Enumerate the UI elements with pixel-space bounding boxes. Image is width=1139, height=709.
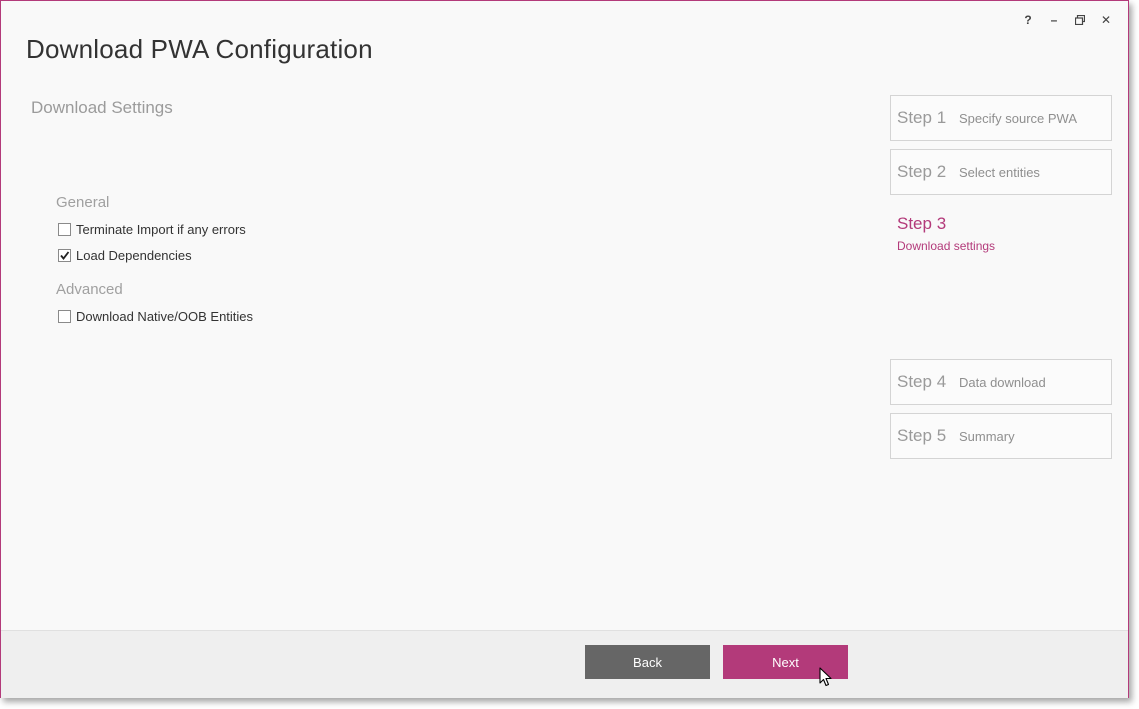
- terminate-import-option[interactable]: Terminate Import if any errors: [58, 222, 246, 237]
- close-button[interactable]: ✕: [1098, 11, 1114, 29]
- step-4-number: Step 4: [897, 372, 947, 391]
- step-1: Step 1 Specify source PWA: [890, 95, 1112, 141]
- step-4-description: Data download: [959, 374, 1046, 390]
- help-button[interactable]: ?: [1020, 11, 1036, 29]
- step-2-description: Select entities: [959, 164, 1040, 180]
- load-dependencies-checkbox[interactable]: [58, 249, 71, 262]
- step-2: Step 2 Select entities: [890, 149, 1112, 195]
- step-1-number: Step 1: [897, 108, 947, 127]
- step-3-current: Step 3 Download settings: [897, 214, 995, 253]
- terminate-import-label: Terminate Import if any errors: [76, 222, 246, 237]
- step-4: Step 4 Data download: [890, 359, 1112, 405]
- step-5: Step 5 Summary: [890, 413, 1112, 459]
- step-2-number: Step 2: [897, 162, 947, 181]
- load-dependencies-option[interactable]: Load Dependencies: [58, 248, 192, 263]
- checkmark-icon: [60, 251, 70, 260]
- step-5-number: Step 5: [897, 426, 947, 445]
- back-button[interactable]: Back: [585, 645, 710, 679]
- terminate-import-checkbox[interactable]: [58, 223, 71, 236]
- advanced-group-label: Advanced: [56, 281, 123, 298]
- step-5-description: Summary: [959, 428, 1015, 444]
- dialog-window: ? – ✕ Download PWA Configuration Downloa…: [0, 0, 1129, 698]
- download-native-option[interactable]: Download Native/OOB Entities: [58, 309, 253, 324]
- maximize-button[interactable]: [1072, 11, 1088, 29]
- page-title: Download PWA Configuration: [26, 34, 373, 64]
- restore-icon: [1075, 15, 1085, 25]
- section-subtitle: Download Settings: [31, 98, 173, 117]
- load-dependencies-label: Load Dependencies: [76, 248, 192, 263]
- mouse-cursor-icon: [819, 667, 833, 692]
- step-3-number: Step 3: [897, 214, 947, 233]
- step-3-description: Download settings: [897, 239, 996, 253]
- footer-bar: Back Next: [1, 630, 1128, 698]
- minimize-button[interactable]: –: [1046, 11, 1062, 29]
- download-native-label: Download Native/OOB Entities: [76, 309, 254, 324]
- general-group-label: General: [56, 194, 110, 211]
- download-native-checkbox[interactable]: [58, 310, 71, 323]
- step-1-description: Specify source PWA: [959, 110, 1078, 126]
- window-controls: ? – ✕: [1020, 11, 1114, 29]
